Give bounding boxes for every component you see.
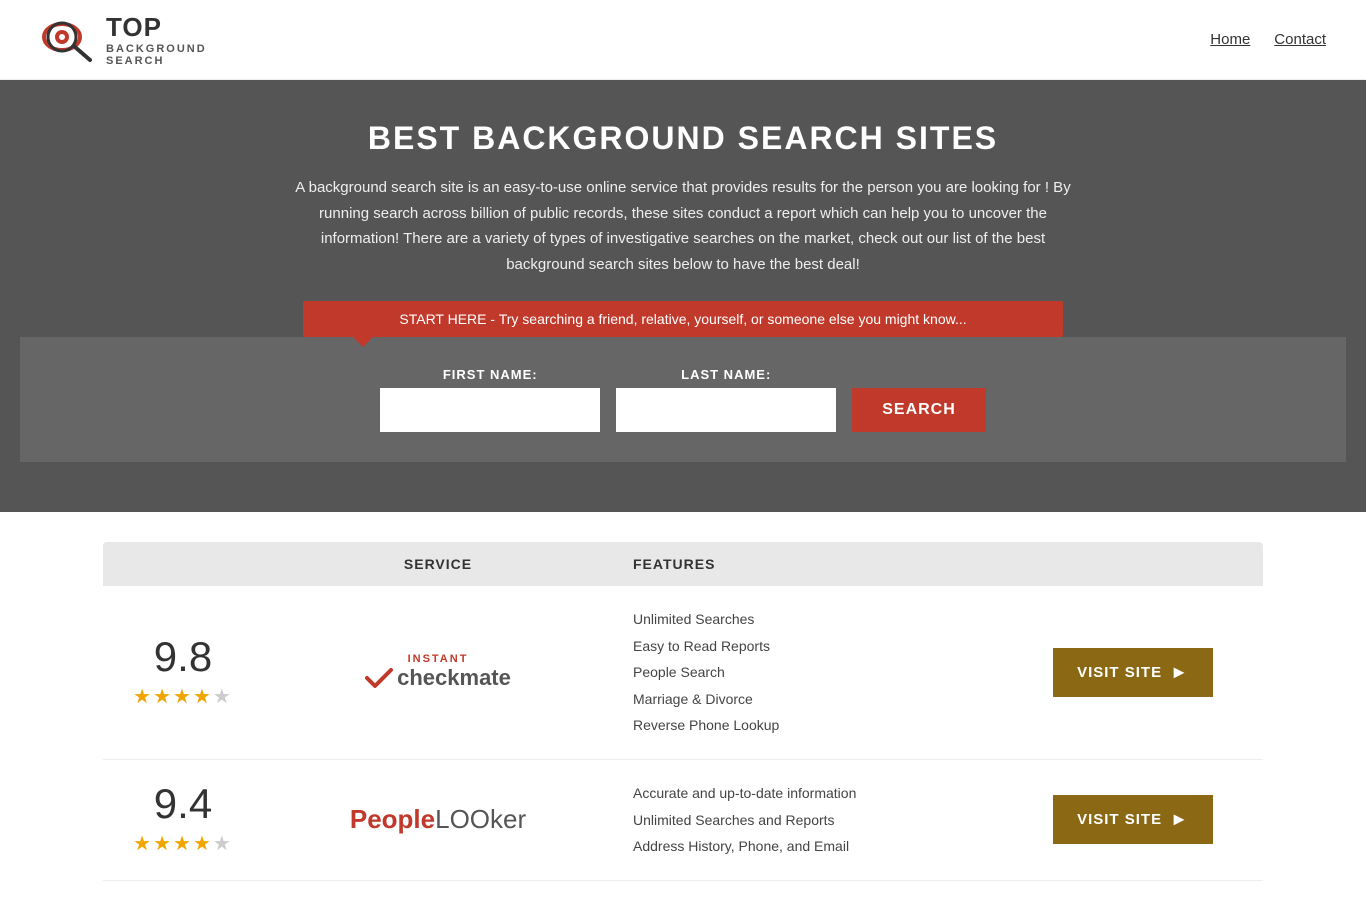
feature-item: Reverse Phone Lookup <box>633 712 1023 739</box>
col-header-features: FEATURES <box>633 556 1023 572</box>
feature-item: Accurate and up-to-date information <box>633 780 1023 807</box>
visit-btn-container-2: VISIT SITE ► <box>1023 795 1243 844</box>
first-name-group: FIRST NAME: <box>380 367 600 432</box>
feature-item: Marriage & Divorce <box>633 686 1023 713</box>
stars-1: ★★★★★ <box>133 684 233 709</box>
feature-item: Unlimited Searches and Reports <box>633 807 1023 834</box>
peoplelooker-wordmark: PeopleLOOker <box>350 804 526 834</box>
visit-site-button-2[interactable]: VISIT SITE ► <box>1053 795 1213 844</box>
feature-item: Easy to Read Reports <box>633 633 1023 660</box>
logo-icon <box>40 15 100 65</box>
last-name-label: LAST NAME: <box>616 367 836 382</box>
search-button[interactable]: SEARCH <box>852 388 986 432</box>
checkmate-logo: INSTANT checkmate <box>365 653 511 691</box>
last-name-input[interactable] <box>616 388 836 432</box>
features-list-2: Accurate and up-to-date information Unli… <box>633 780 1023 860</box>
visit-btn-container-1: VISIT SITE ► <box>1023 648 1243 697</box>
checkmate-wordmark: checkmate <box>397 665 511 691</box>
col-header-service: SERVICE <box>243 556 633 572</box>
search-form: FIRST NAME: LAST NAME: SEARCH <box>60 367 1306 432</box>
first-name-label: FIRST NAME: <box>380 367 600 382</box>
tooltip-bar: START HERE - Try searching a friend, rel… <box>303 301 1063 337</box>
peoplelooker-logo: PeopleLOOker <box>350 804 526 835</box>
looker-text: LOOker <box>435 804 526 834</box>
table-row: 9.8 ★★★★★ INSTANT checkmate Unlimited Se… <box>103 586 1263 760</box>
visit-arrow-icon-1: ► <box>1170 662 1189 683</box>
logo-text: TOP BACKGROUNDSEARCH <box>106 12 207 67</box>
checkmate-instant-label: INSTANT <box>365 653 511 665</box>
logo-sub-text: BACKGROUNDSEARCH <box>106 43 207 67</box>
people-text: People <box>350 804 435 834</box>
first-name-input[interactable] <box>380 388 600 432</box>
logo: TOP BACKGROUNDSEARCH <box>40 12 207 67</box>
checkmate-name: checkmate <box>365 665 511 691</box>
service-logo-2: PeopleLOOker <box>243 804 633 835</box>
score-block-1: 9.8 ★★★★★ <box>123 636 243 709</box>
nav-contact[interactable]: Contact <box>1274 31 1326 48</box>
last-name-group: LAST NAME: <box>616 367 836 432</box>
main-nav: Home Contact <box>1210 31 1326 48</box>
col-header-action <box>1023 556 1243 572</box>
stars-2: ★★★★★ <box>133 831 233 856</box>
col-header-score <box>123 556 243 572</box>
nav-home[interactable]: Home <box>1210 31 1250 48</box>
site-header: TOP BACKGROUNDSEARCH Home Contact <box>0 0 1366 80</box>
hero-title: BEST BACKGROUND SEARCH SITES <box>20 120 1346 157</box>
results-table: SERVICE FEATURES 9.8 ★★★★★ INSTANT check… <box>83 542 1283 881</box>
table-row: 9.4 ★★★★★ PeopleLOOker Accurate and up-t… <box>103 760 1263 881</box>
score-number-2: 9.4 <box>154 783 212 825</box>
visit-site-label-1: VISIT SITE <box>1077 664 1162 681</box>
features-list-1: Unlimited Searches Easy to Read Reports … <box>633 606 1023 739</box>
logo-top-text: TOP <box>106 12 207 43</box>
feature-item: People Search <box>633 659 1023 686</box>
checkmate-checkmark-icon <box>365 666 393 690</box>
score-number-1: 9.8 <box>154 636 212 678</box>
search-form-container: FIRST NAME: LAST NAME: SEARCH <box>20 337 1346 462</box>
feature-item: Address History, Phone, and Email <box>633 833 1023 860</box>
service-logo-1: INSTANT checkmate <box>243 653 633 691</box>
hero-description: A background search site is an easy-to-u… <box>293 175 1073 277</box>
visit-arrow-icon-2: ► <box>1170 809 1189 830</box>
visit-site-label-2: VISIT SITE <box>1077 811 1162 828</box>
table-header: SERVICE FEATURES <box>103 542 1263 586</box>
hero-section: BEST BACKGROUND SEARCH SITES A backgroun… <box>0 80 1366 512</box>
feature-item: Unlimited Searches <box>633 606 1023 633</box>
tooltip-text: START HERE - Try searching a friend, rel… <box>399 311 966 327</box>
score-block-2: 9.4 ★★★★★ <box>123 783 243 856</box>
visit-site-button-1[interactable]: VISIT SITE ► <box>1053 648 1213 697</box>
